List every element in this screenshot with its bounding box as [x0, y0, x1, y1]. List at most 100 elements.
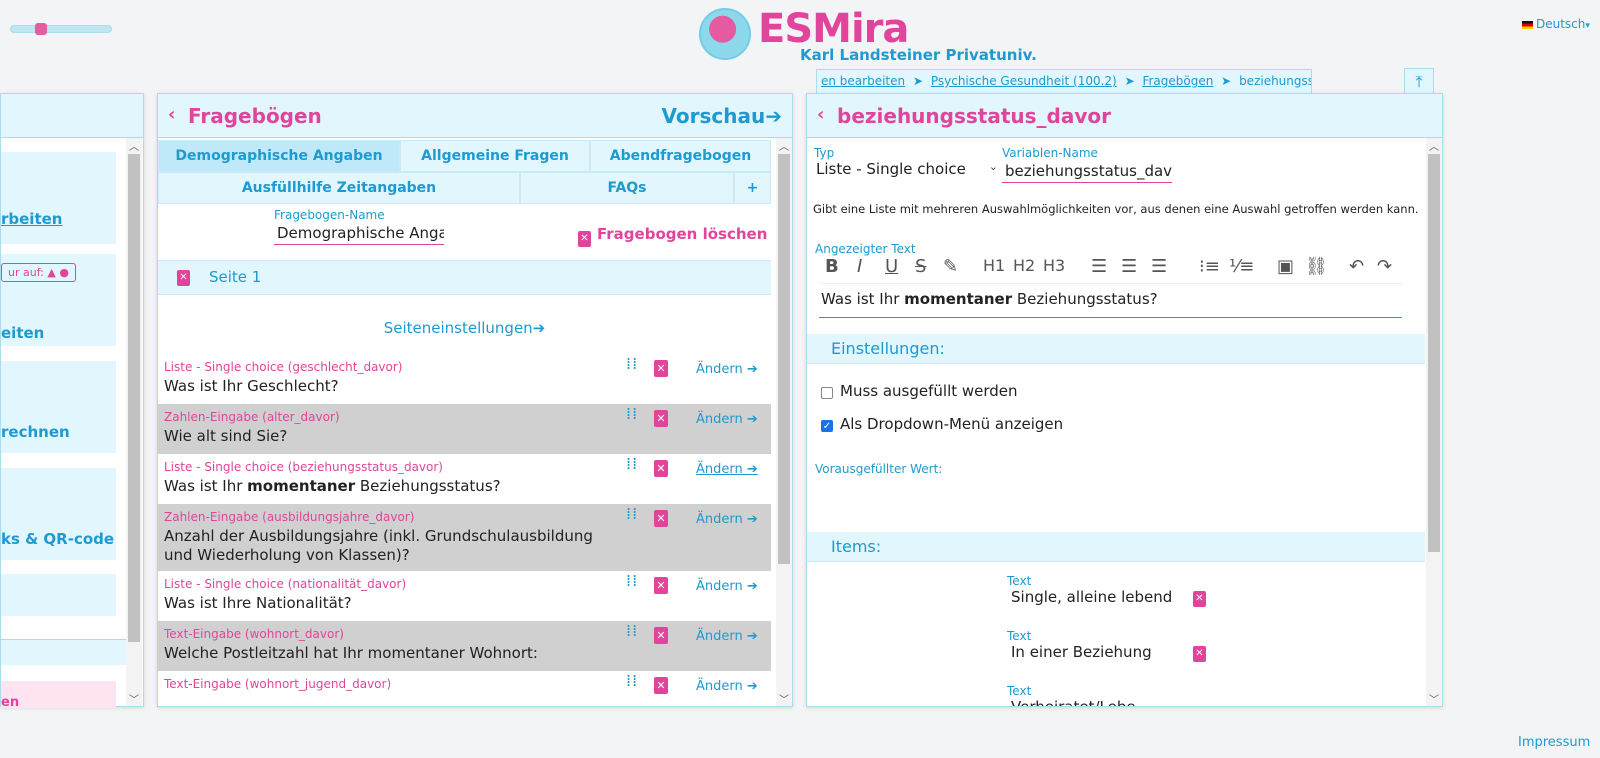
delete-item-icon[interactable]: ✕ — [1193, 646, 1206, 662]
delete-question-icon[interactable]: ✕ — [654, 577, 668, 594]
drag-handle-icon[interactable]: ⁞⁞ — [626, 506, 638, 522]
underline-icon[interactable]: U — [885, 256, 898, 277]
esmira-logo-icon — [699, 8, 751, 60]
question-row-selected: Liste - Single choice (beziehungsstatus_… — [164, 454, 758, 496]
nav-divider — [1, 639, 126, 665]
heading2-icon[interactable]: H2 — [1013, 256, 1035, 275]
type-select[interactable]: Liste - Single choice ⌄ — [816, 160, 998, 178]
edit-question-link[interactable]: Ändern ➔ — [696, 362, 758, 377]
impressum-link[interactable]: Impressum — [1518, 735, 1590, 750]
drag-handle-icon[interactable]: ⁞⁞ — [626, 456, 638, 472]
tab-faqs[interactable]: FAQs — [520, 172, 734, 204]
italic-icon[interactable]: I — [857, 256, 862, 277]
edit-question-link[interactable]: Ändern ➔ — [696, 579, 758, 594]
item-input[interactable]: In einer Beziehung — [1011, 643, 1152, 661]
tab-ausfuellhilfe[interactable]: Ausfüllhilfe Zeitangaben — [158, 172, 520, 204]
breadcrumb-item[interactable]: Fragebögen — [1142, 74, 1213, 88]
drag-handle-icon[interactable]: ⁞⁞ — [626, 356, 638, 372]
drag-handle-icon[interactable]: ⁞⁞ — [626, 406, 638, 422]
nav-card[interactable]: rechnen — [1, 361, 116, 453]
rich-text-editor[interactable]: Was ist Ihr momentaner Beziehungsstatus? — [819, 290, 1402, 318]
undo-icon[interactable]: ↶ — [1349, 256, 1364, 277]
page-settings-link[interactable]: Seiteneinstellungen➔ — [158, 319, 771, 337]
nav-card[interactable]: ur auf: ▲ ● eiten — [1, 254, 116, 346]
redo-icon[interactable]: ↷ — [1377, 256, 1392, 277]
edit-question-link[interactable]: Ändern ➔ — [696, 412, 758, 427]
drag-handle-icon[interactable]: ⁞⁞ — [626, 673, 638, 689]
nav-card[interactable]: rbeiten — [1, 152, 116, 244]
align-left-icon[interactable]: ☰ — [1091, 256, 1107, 277]
align-center-icon[interactable]: ☰ — [1121, 256, 1137, 277]
item-label: Text — [1007, 574, 1032, 588]
delete-question-icon[interactable]: ✕ — [654, 460, 668, 477]
zoom-slider[interactable] — [10, 23, 112, 35]
delete-page-icon[interactable]: ✕ — [177, 270, 190, 286]
drag-handle-icon[interactable]: ⁞⁞ — [626, 623, 638, 639]
items-header: Items: — [807, 532, 1425, 562]
nav-card[interactable]: ks & QR-code — [1, 468, 116, 560]
delete-questionnaire-button[interactable]: ✕ Fragebogen löschen — [578, 225, 767, 247]
strikethrough-icon[interactable]: S — [915, 256, 926, 277]
prefilled-label: Vorausgefüllter Wert: — [815, 462, 943, 476]
slider-knob[interactable] — [35, 23, 47, 35]
delete-item-icon[interactable]: ✕ — [1193, 591, 1206, 607]
delete-question-icon[interactable]: ✕ — [654, 410, 668, 427]
language-selector[interactable]: Deutsch▾ — [1522, 17, 1590, 31]
edit-question-link[interactable]: Ändern ➔ — [696, 629, 758, 644]
breadcrumb-separator: ➤ — [1221, 74, 1232, 88]
required-label: Muss ausgefüllt werden — [840, 382, 1018, 400]
numbered-list-icon[interactable]: ⅟≡ — [1229, 256, 1254, 277]
breadcrumb-item[interactable]: Psychische Gesundheit (100.2) — [931, 74, 1117, 88]
question-row: Text-Eingabe (wohnort_jugend_davor) ⁞⁞ ✕… — [164, 671, 758, 694]
preview-link[interactable]: Vorschau➔ — [662, 104, 782, 128]
drag-handle-icon[interactable]: ⁞⁞ — [626, 573, 638, 589]
back-chevron-icon[interactable]: ‹ — [817, 104, 824, 125]
heading3-icon[interactable]: H3 — [1043, 256, 1065, 275]
breadcrumb-item[interactable]: en bearbeiten — [821, 74, 905, 88]
arrow-up-icon: ⤒ — [1415, 72, 1423, 91]
delete-question-icon[interactable]: ✕ — [654, 510, 668, 527]
item-input[interactable]: Single, alleine lebend — [1011, 588, 1172, 606]
edit-question-link[interactable]: Ändern ➔ — [696, 462, 758, 477]
scroll-down-icon: ﹀ — [1429, 695, 1439, 706]
scroll-top-button[interactable]: ⤒ — [1404, 68, 1434, 96]
right-scrollbar[interactable]: ︿ ﹀ — [1426, 138, 1442, 706]
page-header: ✕ Seite 1 — [158, 260, 771, 295]
delete-question-icon[interactable]: ✕ — [654, 360, 668, 377]
questionnaire-name-label: Fragebogen-Name — [274, 208, 385, 222]
tab-abendfragebogen[interactable]: Abendfragebogen — [590, 140, 771, 172]
variable-name-label: Variablen-Name — [1002, 146, 1098, 160]
link-icon[interactable]: ⛓ — [1305, 256, 1328, 277]
delete-question-icon[interactable]: ✕ — [654, 677, 668, 694]
variable-name-input[interactable]: beziehungsstatus_davo — [1002, 160, 1172, 183]
edit-question-link[interactable]: Ändern ➔ — [696, 679, 758, 694]
nav-card-danger[interactable]: en — [1, 681, 116, 708]
settings-header: Einstellungen: — [807, 334, 1425, 364]
bold-icon[interactable]: B — [825, 256, 839, 277]
nav-card[interactable] — [1, 574, 116, 616]
dropdown-checkbox[interactable]: ✓ — [821, 420, 833, 432]
left-scrollbar[interactable]: ︿ ﹀ — [126, 138, 142, 706]
image-icon[interactable]: ▣ — [1277, 256, 1294, 277]
institution-name: Karl Landsteiner Privatuniv. — [800, 46, 1037, 64]
delete-question-icon[interactable]: ✕ — [654, 627, 668, 644]
heading1-icon[interactable]: H1 — [983, 256, 1005, 275]
tab-allgemeine-fragen[interactable]: Allgemeine Fragen — [400, 140, 590, 172]
middle-scrollbar[interactable]: ︿ ﹀ — [776, 138, 792, 706]
add-tab-button[interactable]: + — [734, 172, 771, 204]
back-chevron-icon[interactable]: ‹ — [168, 104, 175, 125]
scroll-down-icon: ﹀ — [779, 695, 789, 706]
questionnaire-name-input[interactable]: Demographische Angab — [274, 222, 444, 245]
tab-demographische-angaben[interactable]: Demographische Angaben — [158, 140, 400, 172]
bullet-list-icon[interactable]: ⁝≡ — [1199, 256, 1220, 277]
align-right-icon[interactable]: ☰ — [1151, 256, 1167, 277]
required-checkbox[interactable] — [821, 387, 833, 399]
highlighter-icon[interactable]: ✎ — [943, 256, 958, 277]
edit-question-link[interactable]: Ändern ➔ — [696, 512, 758, 527]
german-flag-icon — [1522, 20, 1533, 29]
question-editor-header: ‹ beziehungsstatus_davor — [807, 94, 1442, 138]
item-input[interactable]: Verheiratet/Lebe — [1011, 698, 1136, 706]
scroll-down-icon: ﹀ — [129, 695, 139, 706]
item-label: Text — [1007, 629, 1032, 643]
question-row: Zahlen-Eingabe (ausbildungsjahre_davor) … — [158, 504, 771, 571]
